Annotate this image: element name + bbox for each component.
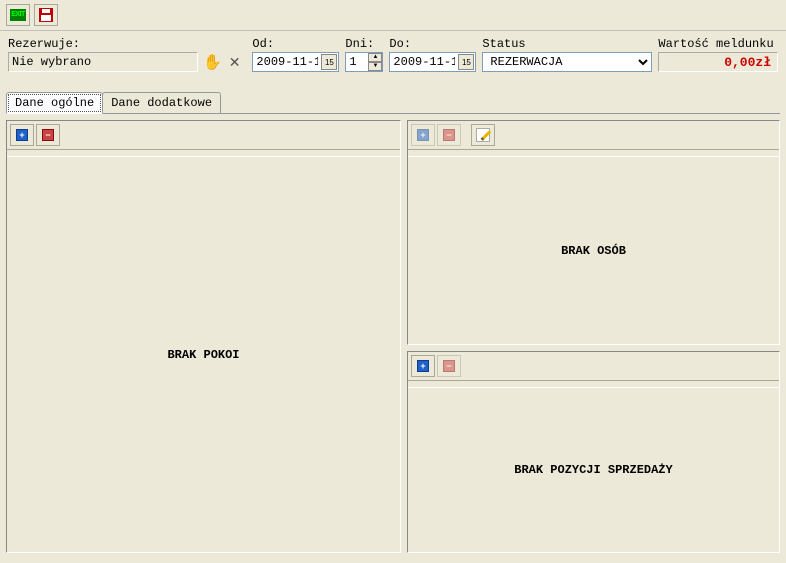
calendar-icon[interactable]: 15 [458,54,474,70]
minus-icon: − [443,360,455,372]
main-toolbar: EXIT [0,0,786,31]
sales-toolbar: + − [408,352,779,381]
dni-down-button[interactable]: ▼ [368,62,382,71]
add-person-button[interactable]: + [411,124,435,146]
dni-up-button[interactable]: ▲ [368,53,382,62]
save-button[interactable] [34,4,58,26]
tab-content: + − BRAK POKOI + − BRAK OSÓB + − BRAK PO… [6,113,780,553]
sales-empty-text: BRAK POZYCJI SPRZEDAŻY [408,387,779,552]
dni-label: Dni: [345,37,383,51]
rooms-panel: + − BRAK POKOI [6,120,401,553]
calendar-icon[interactable]: 15 [321,54,337,70]
status-select[interactable]: REZERWACJA [482,52,652,72]
do-date-text[interactable] [390,53,458,71]
od-label: Od: [252,37,339,51]
remove-room-button[interactable]: − [36,124,60,146]
add-room-button[interactable]: + [10,124,34,146]
tab-bar: Dane ogólne Dane dodatkowe [0,78,786,113]
pencil-icon [476,128,490,142]
add-sale-button[interactable]: + [411,355,435,377]
clear-x-icon[interactable]: ✕ [227,54,243,71]
rooms-empty-text: BRAK POKOI [7,156,400,552]
plus-icon: + [417,129,429,141]
minus-icon: − [443,129,455,141]
dni-value[interactable] [346,54,368,70]
plus-icon: + [417,360,429,372]
remove-person-button[interactable]: − [437,124,461,146]
header-form: Rezerwuje: ✋ ✕ Od: 15 Dni: ▲ ▼ Do: 15 [0,31,786,78]
tab-general[interactable]: Dane ogólne [6,92,103,114]
plus-icon: + [16,129,28,141]
rooms-toolbar: + − [7,121,400,150]
minus-icon: − [42,129,54,141]
persons-empty-text: BRAK OSÓB [408,156,779,344]
floppy-icon [39,8,53,22]
wartosc-label: Wartość meldunku [658,37,778,51]
edit-person-button[interactable] [471,124,495,146]
exit-button[interactable]: EXIT [6,4,30,26]
persons-panel: + − BRAK OSÓB [407,120,780,345]
sales-panel: + − BRAK POZYCJI SPRZEDAŻY [407,351,780,553]
od-date-input[interactable]: 15 [252,52,339,72]
tab-additional[interactable]: Dane dodatkowe [102,92,221,113]
do-label: Do: [389,37,476,51]
od-date-text[interactable] [253,53,321,71]
select-hand-icon[interactable]: ✋ [201,53,224,71]
wartosc-value: 0,00zł [658,52,778,72]
rezerwuje-field[interactable] [8,52,198,72]
do-date-input[interactable]: 15 [389,52,476,72]
exit-icon: EXIT [10,9,26,21]
dni-spinner[interactable]: ▲ ▼ [345,52,383,72]
persons-toolbar: + − [408,121,779,150]
remove-sale-button[interactable]: − [437,355,461,377]
rezerwuje-label: Rezerwuje: [8,37,242,51]
status-label: Status [482,37,652,51]
